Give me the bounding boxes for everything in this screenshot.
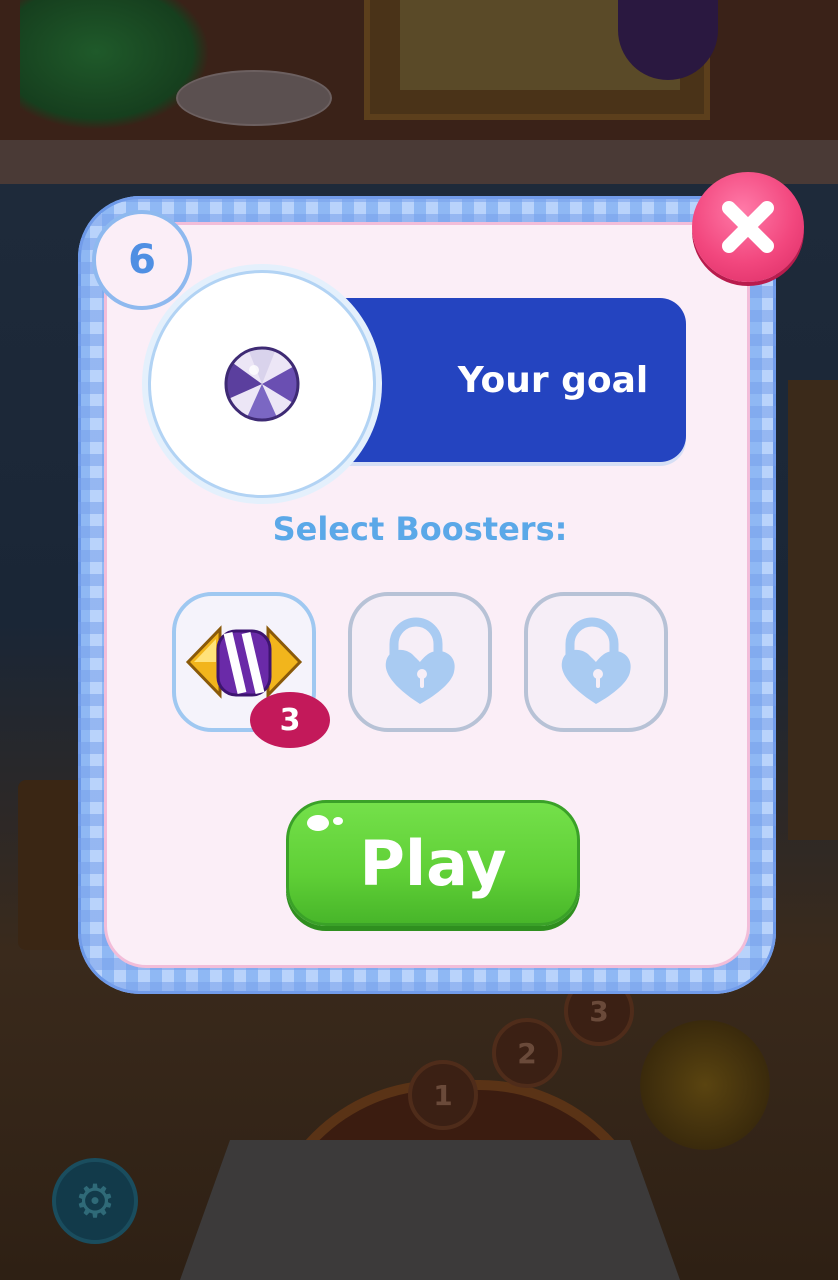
goal-title: Your goal — [457, 359, 649, 401]
map-level-node[interactable]: 2 — [492, 1018, 562, 1088]
goal-target-circle — [148, 270, 376, 498]
boosters-title: Select Boosters: — [272, 510, 568, 548]
gear-icon: ⚙ — [74, 1174, 116, 1228]
level-number-badge: 6 — [92, 210, 192, 310]
shelf — [0, 140, 838, 184]
settings-button[interactable]: ⚙ — [52, 1158, 138, 1244]
map-level-node[interactable]: 1 — [408, 1060, 478, 1130]
play-button[interactable]: Play — [286, 800, 580, 926]
play-button-label: Play — [359, 826, 507, 900]
furniture-right — [788, 380, 838, 840]
booster-slot-locked[interactable] — [348, 592, 492, 732]
button-shine — [333, 817, 343, 825]
plant-decoration — [20, 0, 210, 130]
stairs-decoration — [180, 1140, 680, 1280]
close-icon — [722, 201, 774, 253]
booster-count-badge: 3 — [250, 692, 330, 748]
padlock-heart-icon — [385, 617, 455, 704]
close-button[interactable] — [692, 172, 804, 282]
button-shine — [307, 815, 329, 831]
padlock-heart-icon — [561, 617, 631, 704]
boots-decoration — [640, 1020, 770, 1150]
beach-ball-icon — [224, 346, 300, 422]
wall-clock-decoration — [176, 70, 332, 126]
booster-slot-locked[interactable] — [524, 592, 668, 732]
